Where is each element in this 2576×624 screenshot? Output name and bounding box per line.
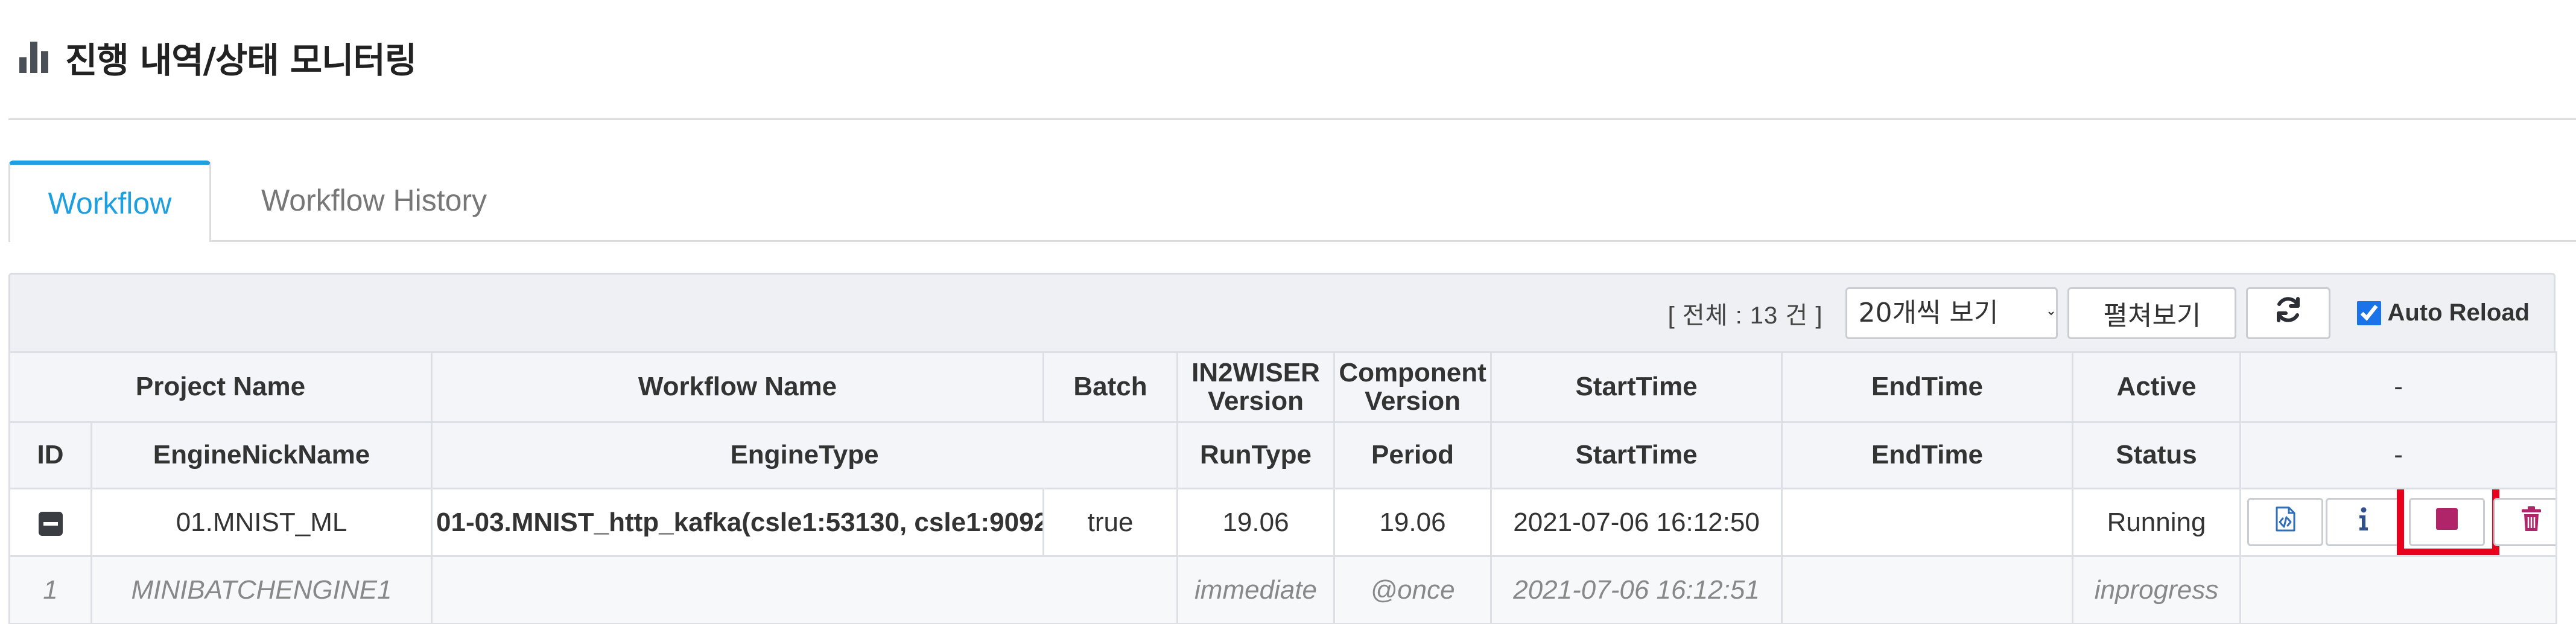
total-count: [ 전체 : 13 건 ] [1667,302,1823,329]
engine-type-cell [431,555,1179,624]
minus-square-icon[interactable] [38,511,63,536]
col-workflow-name: Workflow Name [431,351,1045,423]
start-time-cell: 2021-07-06 16:12:50 [1490,488,1783,557]
page-title: 진행 내역/상태 모니터링 [65,40,417,81]
view-source-button[interactable] [2247,498,2324,546]
header-row-engine: ID EngineNickName EngineType RunType Per… [8,421,2558,489]
actions-cell [2239,488,2558,557]
code-file-icon [2274,506,2296,539]
period-cell: @once [1333,555,1493,624]
workflow-table: Project Name Workflow Name Batch IN2WISE… [8,351,2558,624]
page-header: 진행 내역/상태 모니터링 [18,24,417,91]
engine-status-cell: inprogress [2072,555,2242,624]
col-engine-start-time: StartTime [1490,421,1783,489]
engine-nick-name-cell: MINIBATCHENGINE1 [90,555,433,624]
engine-start-time-cell: 2021-07-06 16:12:51 [1490,555,1783,624]
page: 진행 내역/상태 모니터링 Workflow Workflow History … [0,0,2576,624]
auto-reload-checkbox[interactable] [2357,301,2382,325]
delete-button[interactable] [2493,498,2555,546]
active-status-cell: Running [2072,488,2242,557]
col-component-version-label: Version [1365,386,1461,416]
engine-actions-cell [2239,555,2558,624]
col-end-time: EndTime [1781,351,2074,423]
stop-icon [2435,507,2459,538]
table-toolbar: [ 전체 : 13 건 ] 20개씩 보기 펼쳐보기 Auto Reload [8,273,2555,351]
table-row: 01.MNIST_ML 01-03.MNIST_http_kafka(csle1… [8,488,2558,557]
col-period: Period [1333,421,1493,489]
workflow-name-cell: 01-03.MNIST_http_kafka(csle1:53130, csle… [431,488,1045,557]
engine-end-time-cell [1781,555,2074,624]
info-icon [2358,507,2370,538]
col-component-label: Component [1339,358,1486,388]
col-actions: - [2239,351,2558,423]
page-size-select[interactable]: 20개씩 보기 [1845,287,2058,339]
col-in2wiser-label: IN2WISER [1191,358,1320,388]
tab-workflow-history[interactable]: Workflow History [211,161,537,240]
col-status: Status [2072,421,2242,489]
col-in2wiser-version-label: Version [1208,386,1304,416]
col-engine-actions: - [2239,421,2558,489]
bar-chart-icon [18,39,52,76]
run-type-cell: immediate [1176,555,1336,624]
refresh-icon [2273,294,2304,332]
engine-id-cell: 1 [8,555,92,624]
trash-icon [2520,506,2543,539]
collapse-cell [8,488,92,557]
auto-reload-label: Auto Reload [2387,299,2530,326]
col-id: ID [8,421,92,489]
col-in2wiser-version: IN2WISER Version [1176,351,1336,423]
header-row-workflow: Project Name Workflow Name Batch IN2WISE… [8,351,2558,423]
batch-cell: true [1042,488,1179,557]
tab-workflow[interactable]: Workflow [8,161,211,242]
col-start-time: StartTime [1490,351,1783,423]
table-row: 1 MINIBATCHENGINE1 immediate @once 2021-… [8,555,2558,624]
in2wiser-version-cell: 19.06 [1176,488,1336,557]
col-batch: Batch [1042,351,1179,423]
header-divider [8,118,2576,120]
col-component-version: Component Version [1333,351,1493,423]
auto-reload-toggle[interactable]: Auto Reload [2357,299,2530,326]
expand-all-button[interactable]: 펼쳐보기 [2067,287,2237,339]
col-engine-type: EngineType [431,421,1179,489]
tab-bar: Workflow Workflow History [8,161,2576,242]
project-name-cell: 01.MNIST_ML [90,488,433,557]
stop-button[interactable] [2409,498,2486,546]
col-active: Active [2072,351,2242,423]
component-version-cell: 19.06 [1333,488,1493,557]
col-project-name: Project Name [8,351,433,423]
info-button[interactable] [2326,498,2402,546]
col-engine-end-time: EndTime [1781,421,2074,489]
refresh-button[interactable] [2246,287,2331,339]
col-run-type: RunType [1176,421,1336,489]
end-time-cell [1781,488,2074,557]
col-engine-nick-name: EngineNickName [90,421,433,489]
